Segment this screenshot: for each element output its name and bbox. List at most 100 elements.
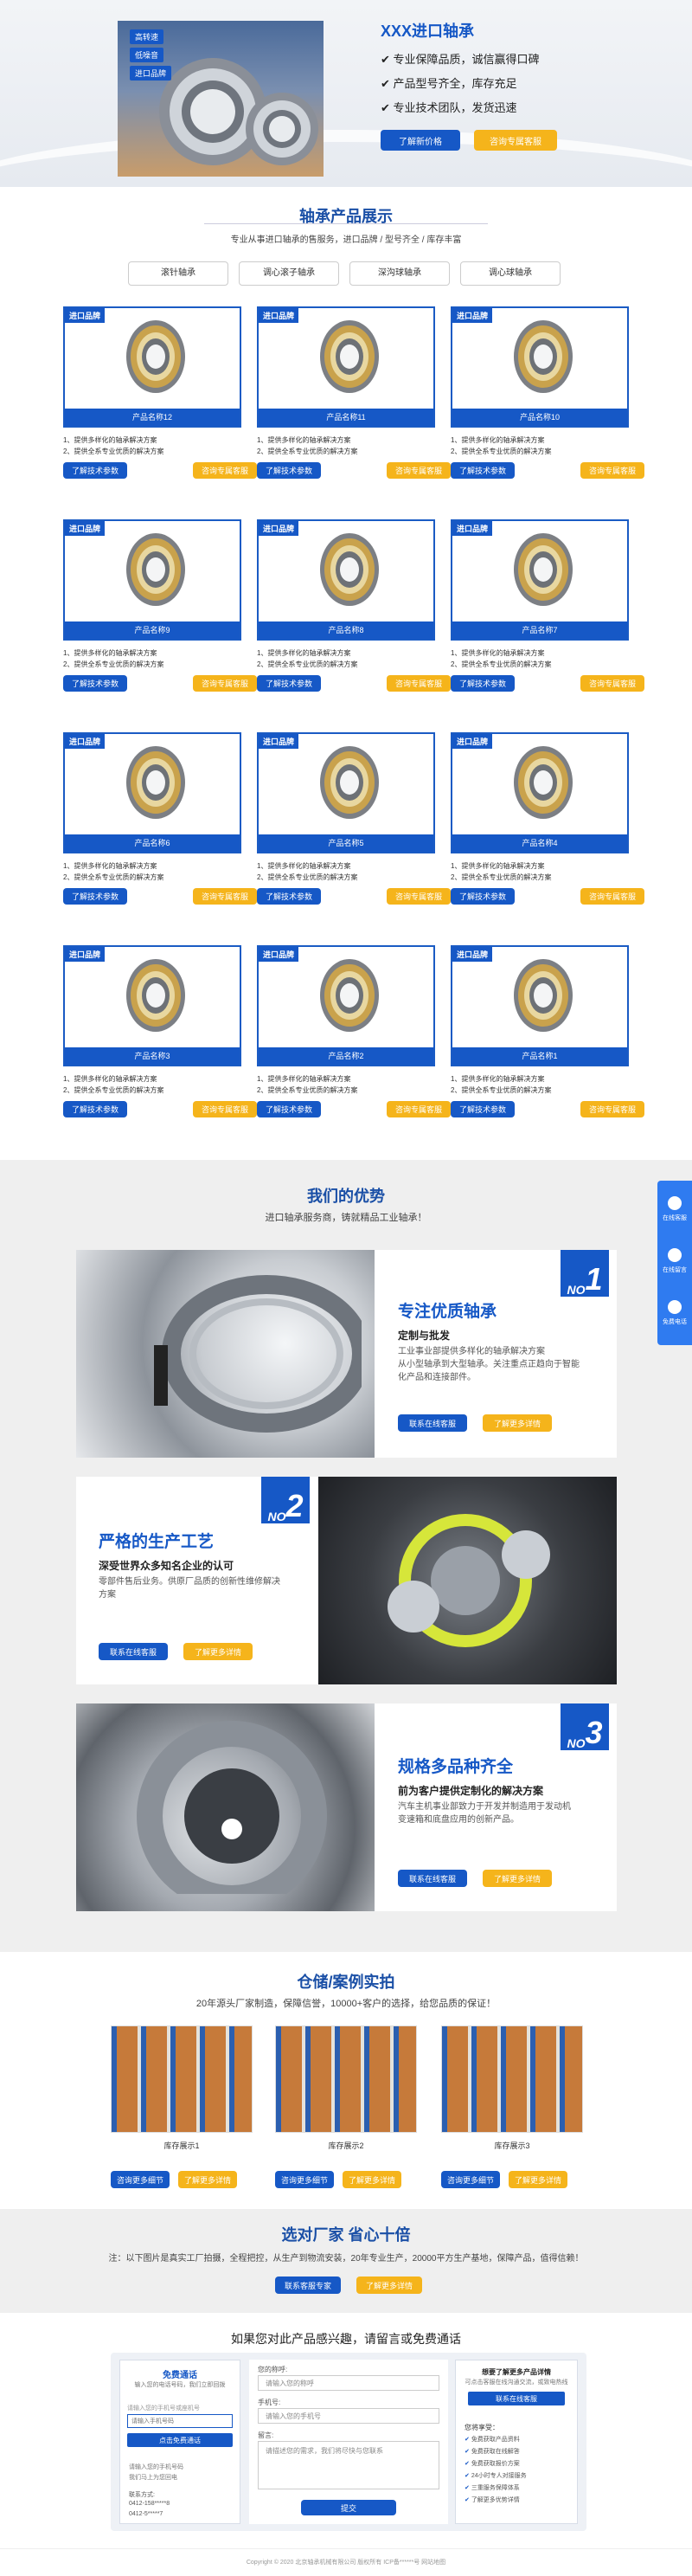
service-item: ✔ 24小时专人对接服务 xyxy=(465,2473,527,2479)
online-service-button[interactable]: 联系在线客服 xyxy=(99,1643,168,1660)
more-details-button[interactable]: 了解更多详情 xyxy=(483,1414,552,1432)
more-details-button[interactable]: 了解更多详情 xyxy=(509,2171,567,2188)
params-button[interactable]: 了解技术参数 xyxy=(63,462,127,479)
more-details-button[interactable]: 了解更多详情 xyxy=(343,2171,401,2188)
advantage-card-2: NO 2 严格的生产工艺 深受世界众多知名企业的认可 零部件售后业务。供原厂品质的… xyxy=(76,1477,617,1684)
product-name: 产品名称3 xyxy=(65,1047,240,1065)
import-badge: 进口品牌 xyxy=(259,734,299,749)
consult-button[interactable]: 咨询专属客服 xyxy=(580,462,644,479)
product-desc: 1、提供多样化的轴承解决方案 2、提供全系专业优质的解决方案 xyxy=(63,436,164,455)
service-label: 您将享受： xyxy=(465,2424,499,2431)
consult-button[interactable]: 咨询专属客服 xyxy=(580,675,644,692)
params-button[interactable]: 了解技术参数 xyxy=(451,462,515,479)
case-caption: 库存展示2 xyxy=(328,2141,364,2150)
import-badge: 进口品牌 xyxy=(452,308,493,323)
consult-button[interactable]: 咨询专属客服 xyxy=(193,1101,257,1117)
product-card[interactable]: 进口品牌 产品名称2 xyxy=(257,945,435,1066)
online-service-item[interactable]: 在线客服 xyxy=(657,1188,692,1236)
phone-item[interactable]: 免费电话 xyxy=(657,1291,692,1340)
product-card[interactable]: 进口品牌 产品名称4 xyxy=(451,732,629,853)
online-service-button[interactable]: 联系在线客服 xyxy=(398,1870,467,1887)
product-card[interactable]: 进口品牌 产品名称10 xyxy=(451,306,629,428)
product-card[interactable]: 进口品牌 产品名称11 xyxy=(257,306,435,428)
tab-needle[interactable]: 滚针轴承 xyxy=(128,261,228,286)
consult-button[interactable]: 咨询专属客服 xyxy=(474,130,557,151)
tab-spherical-roller[interactable]: 调心滚子轴承 xyxy=(239,261,339,286)
product-desc: 1、提供多样化的轴承解决方案 2、提供全系专业优质的解决方案 xyxy=(257,862,358,881)
import-badge: 进口品牌 xyxy=(65,734,106,749)
import-badge: 进口品牌 xyxy=(452,947,493,962)
bearing-icon xyxy=(125,319,186,395)
product-desc: 1、提供多样化的轴承解决方案 2、提供全系专业优质的解决方案 xyxy=(451,649,552,668)
more-details-button[interactable]: 了解更多详情 xyxy=(183,1643,253,1660)
params-button[interactable]: 了解技术参数 xyxy=(451,675,515,692)
consult-button[interactable]: 咨询专属客服 xyxy=(193,462,257,479)
tab-self-aligning[interactable]: 调心球轴承 xyxy=(460,261,561,286)
consult-button[interactable]: 咨询专属客服 xyxy=(580,888,644,905)
ring-icon xyxy=(137,1721,327,1894)
product-card[interactable]: 进口品牌 产品名称8 xyxy=(257,519,435,641)
gear-icon xyxy=(388,1514,550,1647)
phone-input[interactable]: 请输入您的手机号 xyxy=(258,2408,439,2424)
consult-button[interactable]: 咨询专属客服 xyxy=(193,888,257,905)
params-button[interactable]: 了解技术参数 xyxy=(63,675,127,692)
consult-button[interactable]: 咨询专属客服 xyxy=(387,1101,451,1117)
free-call-button[interactable]: 点击免费通话 xyxy=(127,2433,233,2447)
product-card[interactable]: 进口品牌 产品名称5 xyxy=(257,732,435,853)
message-item[interactable]: 在线留言 xyxy=(657,1240,692,1288)
product-card[interactable]: 进口品牌 产品名称7 xyxy=(451,519,629,641)
more-details-button[interactable]: 了解更多详情 xyxy=(356,2277,422,2294)
submit-button[interactable]: 提交 xyxy=(301,2500,396,2515)
params-button[interactable]: 了解技术参数 xyxy=(63,888,127,905)
product-name: 产品名称12 xyxy=(65,409,240,426)
advantages-title: 我们的优势 xyxy=(307,1188,385,1205)
consult-button[interactable]: 咨询专属客服 xyxy=(580,1101,644,1117)
params-button[interactable]: 了解技术参数 xyxy=(257,1101,321,1117)
case-detail-button[interactable]: 咨询更多细节 xyxy=(111,2171,170,2188)
products-subtitle: 专业从事进口轴承的售服务，进口品牌 / 型号齐全 / 库存丰富 xyxy=(230,235,462,245)
consult-button[interactable]: 咨询专属客服 xyxy=(193,675,257,692)
more-details-button[interactable]: 了解更多详情 xyxy=(483,1870,552,1887)
message-textarea[interactable]: 请描述您的需求，我们将尽快与您联系 xyxy=(258,2441,439,2489)
online-service-button[interactable]: 联系在线客服 xyxy=(468,2392,565,2405)
product-card[interactable]: 进口品牌 产品名称1 xyxy=(451,945,629,1066)
consult-button[interactable]: 咨询专属客服 xyxy=(387,675,451,692)
call-phone-input[interactable] xyxy=(127,2414,233,2428)
case-detail-button[interactable]: 咨询更多细节 xyxy=(275,2171,334,2188)
import-badge: 进口品牌 xyxy=(259,308,299,323)
advantage-heading: 专注优质轴承 xyxy=(398,1303,497,1321)
tab-deep-groove[interactable]: 深沟球轴承 xyxy=(349,261,450,286)
online-service-button[interactable]: 联系在线客服 xyxy=(398,1414,467,1432)
message-form: 您的称呼: 请输入您的称呼 手机号: 请输入您的手机号 留言: 请描述您的需求，… xyxy=(249,2360,448,2524)
name-input[interactable]: 请输入您的称呼 xyxy=(258,2375,439,2391)
params-button[interactable]: 了解技术参数 xyxy=(63,1101,127,1117)
slewing-bearing-icon xyxy=(154,1275,362,1433)
more-details-button[interactable]: 了解更多详情 xyxy=(178,2171,237,2188)
consult-button[interactable]: 咨询专属客服 xyxy=(387,462,451,479)
params-button[interactable]: 了解技术参数 xyxy=(257,888,321,905)
advantage-heading: 规格多品种齐全 xyxy=(398,1758,514,1776)
params-button[interactable]: 了解技术参数 xyxy=(451,1101,515,1117)
service-heading: 想要了解更多产品详情 xyxy=(482,2368,551,2376)
hero-point: ✔ 专业技术团队，发货迅速 xyxy=(381,101,517,114)
product-desc: 1、提供多样化的轴承解决方案 2、提供全系专业优质的解决方案 xyxy=(451,1075,552,1094)
warehouse-photo xyxy=(275,2025,417,2133)
hero-banner: 高转速 低噪音 进口品牌 XXX进口轴承 ✔ 专业保障品质，诚信赢得口碑 ✔ 产… xyxy=(0,0,692,187)
params-button[interactable]: 了解技术参数 xyxy=(257,675,321,692)
product-card[interactable]: 进口品牌 产品名称6 xyxy=(63,732,241,853)
case-detail-button[interactable]: 咨询更多细节 xyxy=(441,2171,500,2188)
hero-image: 高转速 低噪音 进口品牌 xyxy=(118,21,324,177)
product-card[interactable]: 进口品牌 产品名称3 xyxy=(63,945,241,1066)
check-icon: ✔ xyxy=(465,2497,471,2503)
params-button[interactable]: 了解技术参数 xyxy=(257,462,321,479)
message-label: 留言: xyxy=(258,2431,274,2439)
price-button[interactable]: 了解新价格 xyxy=(381,130,460,151)
params-button[interactable]: 了解技术参数 xyxy=(451,888,515,905)
product-card[interactable]: 进口品牌 产品名称9 xyxy=(63,519,241,641)
call-note: 请输入您的手机号码 xyxy=(129,2464,183,2470)
product-name: 产品名称9 xyxy=(65,621,240,639)
product-name: 产品名称11 xyxy=(259,409,433,426)
product-card[interactable]: 进口品牌 产品名称12 xyxy=(63,306,241,428)
contact-expert-button[interactable]: 联系客服专家 xyxy=(275,2277,341,2294)
consult-button[interactable]: 咨询专属客服 xyxy=(387,888,451,905)
